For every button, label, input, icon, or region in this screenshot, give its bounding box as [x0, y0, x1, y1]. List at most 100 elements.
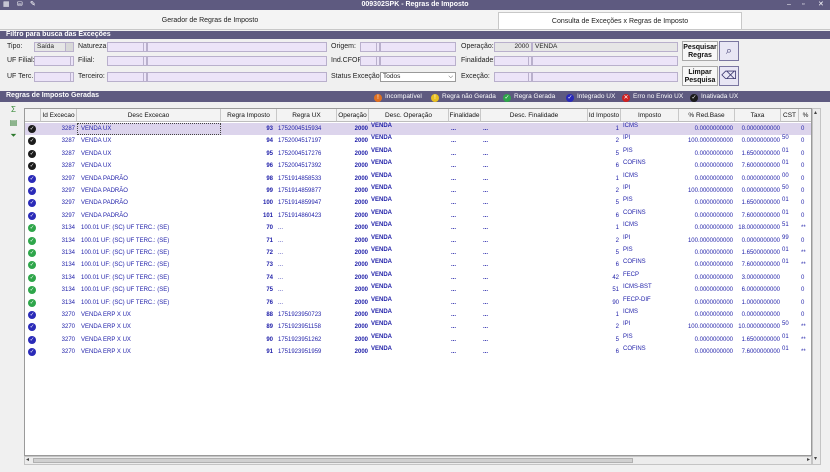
cell-taxa: 0.0000000000 [741, 126, 780, 132]
vertical-scrollbar[interactable]: ▴ ▾ [812, 108, 821, 465]
status-check-icon: ✓ [28, 224, 36, 233]
cell-regra: 75 [266, 287, 273, 294]
operacao-desc-input[interactable]: VENDA [532, 42, 678, 52]
cell-fin: ... [451, 163, 457, 170]
header-operacao[interactable]: Operação [337, 109, 369, 122]
header-finalidade[interactable]: Finalidade [449, 109, 481, 122]
header-id-imposto[interactable]: Id Imposto [588, 109, 621, 122]
tipo-select[interactable]: Saída [34, 42, 74, 52]
cell-op: 2000 [354, 138, 368, 145]
horizontal-scrollbar[interactable]: ◂ ▸ [24, 456, 812, 465]
ind-cfop-code-input[interactable] [360, 56, 380, 66]
restore-icon[interactable]: ▫ [802, 1, 804, 9]
cell-idimp: 6 [615, 163, 619, 170]
header-red-base[interactable]: % Red.Base [679, 109, 735, 122]
cell-imp: IPI [623, 234, 631, 241]
cell-imp: IPI [623, 135, 631, 142]
cell-op: 2000 [354, 312, 368, 318]
origem-label: Origem: [331, 43, 356, 50]
close-icon[interactable]: ✕ [818, 1, 824, 9]
scroll-up-icon[interactable]: ▴ [814, 110, 817, 117]
cell-imp: FECP [623, 271, 640, 278]
natureza-code-input[interactable] [107, 42, 147, 52]
cell-fin: ... [451, 188, 457, 194]
cell-pct: 0 [801, 237, 805, 244]
header-regra-imposto[interactable]: Regra Imposto [221, 109, 277, 122]
cell-red: 0.0000000000 [694, 299, 733, 306]
terceiro-code-input[interactable] [107, 72, 147, 82]
cell-dfin: ... [483, 188, 489, 194]
status-excecao-select[interactable]: Todos ⌵ [380, 72, 456, 82]
finalidade-code-input[interactable] [494, 56, 532, 66]
scroll-down-icon[interactable]: ▾ [814, 456, 817, 463]
horizontal-scroll-thumb[interactable] [33, 458, 633, 463]
minimize-icon[interactable]: – [787, 1, 791, 9]
header-taxa[interactable]: Taxa [735, 109, 781, 122]
tab-consulta[interactable]: Consulta de Exceções x Regras de Imposto [498, 12, 742, 29]
cell-taxa: 1.0000000000 [741, 299, 780, 306]
origem-code-input[interactable] [360, 42, 380, 52]
limpar-pesquisa-button[interactable]: Limpar Pesquisa [682, 66, 718, 86]
filter-icon[interactable]: ⏷ [8, 130, 19, 141]
uf-terc-input[interactable] [34, 72, 74, 82]
cell-fin: ... [451, 312, 457, 318]
cell-imp: COFINS [623, 259, 646, 266]
origem-desc-input[interactable] [380, 42, 456, 52]
cell-id: 3134 [61, 250, 75, 256]
cell-cst: 51 [782, 222, 789, 229]
tab-gerador[interactable]: Gerador de Regras de Imposto [88, 12, 332, 29]
ind-cfop-desc-input[interactable] [380, 56, 456, 66]
cell-pct: 0 [801, 175, 805, 182]
cell-dfin: ... [483, 250, 489, 256]
cell-taxa: 7.6000000000 [741, 262, 780, 269]
export-excel-icon[interactable]: ▤ [8, 117, 19, 128]
header-pct[interactable]: % [799, 109, 811, 122]
cell-idimp: 5 [615, 200, 619, 207]
cell-dop: VENDA [371, 147, 393, 154]
cell-id: 3287 [61, 150, 75, 157]
cell-op: 2000 [354, 200, 368, 207]
cell-op: 2000 [354, 225, 368, 232]
table-row[interactable]: ✓ 3270 VENDA ERP X UX 91 1751923951959 2000 VE… [25, 346, 811, 358]
header-desc-finalidade[interactable]: Desc. Finalidade [481, 109, 588, 122]
excecao-code-input[interactable] [494, 72, 532, 82]
filial-desc-input[interactable] [147, 56, 327, 66]
warning-icon: ! [431, 94, 439, 102]
cell-id: 3297 [61, 212, 75, 219]
eraser-icon[interactable]: ⌫ [719, 66, 739, 86]
header-regra-ux[interactable]: Regra UX [277, 109, 337, 122]
cell-dop: VENDA [371, 135, 393, 142]
cell-op: 2000 [354, 250, 368, 256]
terceiro-desc-input[interactable] [147, 72, 327, 82]
status-check-icon: ✓ [28, 286, 36, 295]
cell-imp: COFINS [623, 160, 646, 167]
excecao-desc-input[interactable] [532, 72, 678, 82]
cell-id: 3134 [61, 274, 75, 281]
finalidade-desc-input[interactable] [532, 56, 678, 66]
cell-idimp: 51 [612, 287, 619, 294]
natureza-label: Natureza: [78, 43, 109, 50]
natureza-desc-input[interactable] [147, 42, 327, 52]
pesquisar-regras-button[interactable]: Pesquisar Regras [682, 41, 718, 61]
sigma-icon[interactable]: Σ [8, 104, 19, 115]
cell-desc: 100.01 UF: (SC) UF TERC.: (SE) [81, 237, 170, 244]
tab-bar: Gerador de Regras de Imposto Consulta de… [0, 10, 830, 30]
filial-code-input[interactable] [107, 56, 147, 66]
uf-filial-input[interactable] [34, 56, 74, 66]
scroll-right-icon[interactable]: ▸ [807, 457, 810, 464]
header-desc-excecao[interactable]: Desc Excecao [77, 109, 221, 122]
legend-inativada: ✓ Inativada UX [690, 93, 739, 102]
cell-imp: PIS [623, 247, 633, 253]
scroll-left-icon[interactable]: ◂ [26, 457, 29, 464]
header-id-excecao[interactable]: Id Excecao [41, 109, 77, 122]
cell-id: 3297 [61, 175, 75, 182]
cell-ux: ... [278, 250, 284, 256]
cell-dfin: ... [483, 126, 489, 132]
cell-idimp: 90 [612, 299, 619, 306]
cell-pct: 0 [801, 150, 805, 157]
cell-dop: VENDA [371, 197, 393, 204]
cell-fin: ... [451, 287, 457, 294]
cell-id: 3134 [61, 262, 75, 269]
operacao-code-input[interactable]: 2000 [494, 42, 532, 52]
search-icon[interactable]: ⌕ [719, 41, 739, 61]
